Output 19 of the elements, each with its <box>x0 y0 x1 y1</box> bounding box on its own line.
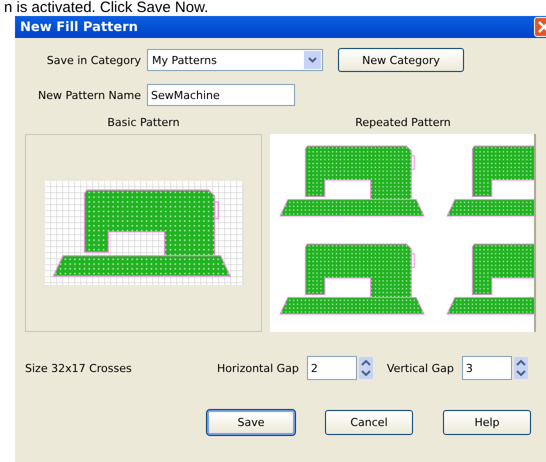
window-title: New Fill Pattern <box>19 20 138 34</box>
category-dropdown[interactable]: My Patterns <box>147 49 323 71</box>
dialog-button[interactable]: Cancel <box>325 410 413 435</box>
spinner-arrows-icon[interactable] <box>358 357 373 379</box>
panel-heading: Repeated Pattern <box>355 116 451 131</box>
panel-heading: Basic Pattern <box>107 116 180 131</box>
pattern-name-field[interactable]: SewMachine <box>147 84 295 106</box>
dialog-button[interactable]: Save <box>207 410 295 435</box>
gap-field[interactable]: 3 <box>462 356 512 380</box>
instruction-text: n is activated. Click Save Now. <box>3 0 210 16</box>
size-text: Size 32x17 Crosses <box>25 362 133 374</box>
spinner-arrows-icon[interactable] <box>514 357 528 379</box>
field-label: New Pattern Name <box>36 88 142 102</box>
gap-label: Vertical Gap <box>386 362 454 374</box>
field-label: Save in Category <box>46 54 142 66</box>
gap-label: Horizontal Gap <box>217 362 299 374</box>
new-category-button[interactable]: New Category <box>338 48 464 72</box>
gap-field[interactable]: 2 <box>306 356 357 380</box>
dialog-button[interactable]: Help <box>443 410 531 435</box>
